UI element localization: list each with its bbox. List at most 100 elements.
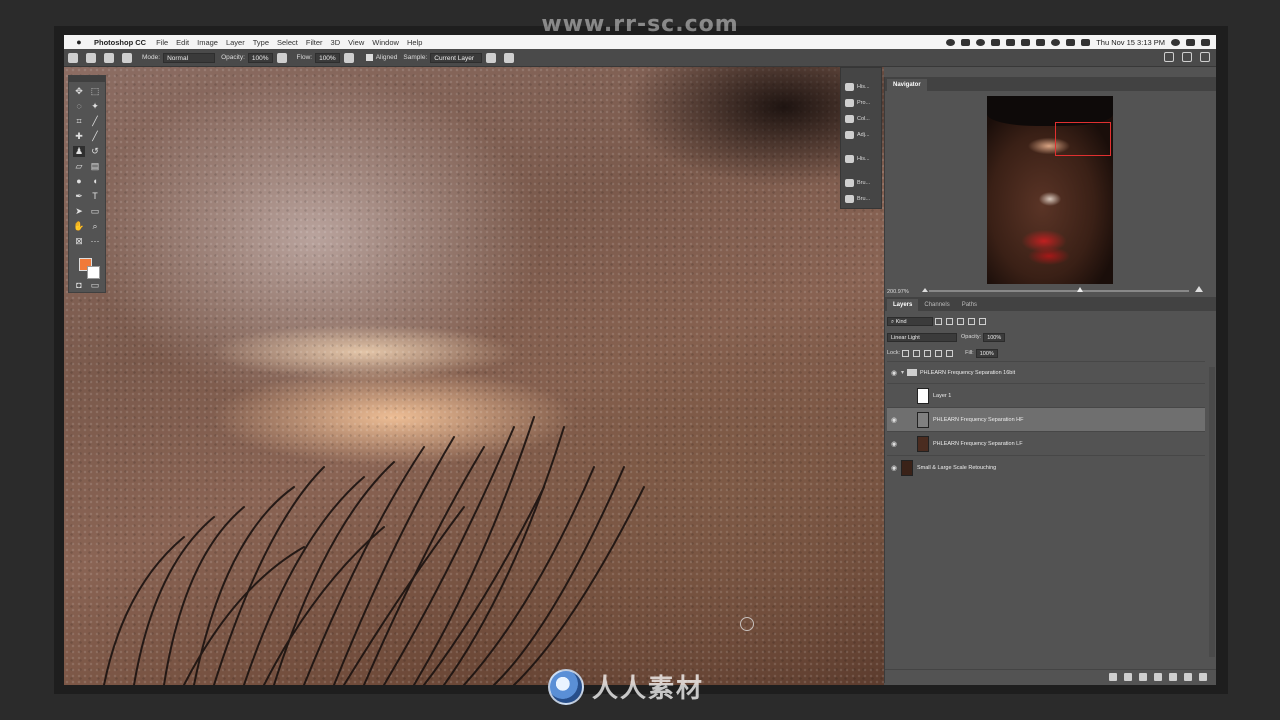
document-canvas[interactable] [64,67,884,685]
lock-image-icon[interactable] [913,349,921,357]
workspace-icon[interactable] [1182,52,1192,62]
navigator-thumbnail[interactable] [987,96,1113,284]
layer-row-layer1[interactable]: Layer 1 [887,383,1205,407]
tab-paths[interactable]: Paths [956,299,983,311]
tab-channels[interactable]: Channels [918,299,955,311]
menu-filter[interactable]: Filter [306,38,323,47]
display-icon[interactable] [991,38,1001,46]
menu-file[interactable]: File [156,38,168,47]
zoom-in-icon[interactable] [1195,286,1203,292]
navigator-view-box[interactable] [1055,122,1111,156]
strip-histogram[interactable]: His... [845,152,879,166]
menu-view[interactable]: View [348,38,364,47]
pressure-size-icon[interactable] [504,52,515,63]
siri-icon[interactable] [1186,38,1195,46]
layer-opacity-field[interactable]: 100% [983,332,1006,342]
camera-icon[interactable] [961,38,971,46]
visibility-eye-icon[interactable]: ◉ [887,369,901,377]
layer-row-retouching[interactable]: ◉ Small & Large Scale Retouching [887,455,1205,479]
record-icon[interactable] [976,38,986,46]
search-icon[interactable] [1164,52,1174,62]
lock-artboard-icon[interactable] [935,349,943,357]
add-mask-icon[interactable] [1139,672,1147,681]
lasso-tool-icon[interactable]: ◌ [73,101,85,112]
tools-panel-header[interactable] [69,76,105,82]
screen-mode-icon[interactable]: ▭ [89,280,101,291]
blend-mode-select[interactable]: Linear Light [887,332,957,342]
zoom-value[interactable]: 200.97% [887,289,909,295]
hand-tool-icon[interactable]: ✋ [73,221,85,232]
zoom-slider[interactable] [929,287,1189,292]
clone-stamp-tool-icon[interactable]: ♟ [73,146,85,157]
dodge-tool-icon[interactable]: ◖ [89,176,101,187]
notification-icon[interactable] [1201,38,1210,46]
clone-source-icon[interactable] [122,52,132,63]
battery-icon[interactable] [1081,38,1091,46]
pressure-opacity-icon[interactable] [276,52,287,63]
background-color-swatch[interactable] [87,266,100,279]
menu-help[interactable]: Help [407,38,422,47]
healing-brush-tool-icon[interactable]: ✚ [73,131,85,142]
type-tool-icon[interactable]: T [89,191,101,202]
adjustment-layer-icon[interactable] [1154,672,1162,681]
lock-transparent-icon[interactable] [902,349,910,357]
menu-edit[interactable]: Edit [176,38,189,47]
eyedropper-tool-icon[interactable]: ╱ [89,116,101,127]
lock-position-icon[interactable] [924,349,932,357]
menu-layer[interactable]: Layer [226,38,245,47]
ignore-adjustment-icon[interactable] [486,52,497,63]
marquee-tool-icon[interactable]: ⬚ [89,86,101,97]
delete-layer-icon[interactable] [1199,672,1207,681]
visibility-eye-icon[interactable]: ◉ [887,416,901,424]
brush-size-icon[interactable] [86,52,96,63]
menubar-datetime[interactable]: Thu Nov 15 3:13 PM [1096,38,1165,47]
brush-panel-icon[interactable] [104,52,114,63]
menu-image[interactable]: Image [197,38,218,47]
filter-type-icon[interactable] [957,317,964,325]
zoom-tool-icon[interactable]: ⌕ [89,221,101,232]
menu-3d[interactable]: 3D [331,38,341,47]
filter-pixel-icon[interactable] [935,317,942,325]
gradient-tool-icon[interactable]: ▤ [89,161,101,172]
blur-tool-icon[interactable]: ● [73,176,85,187]
opacity-field[interactable]: 100% [247,52,273,63]
tab-layers[interactable]: Layers [887,299,919,311]
visibility-eye-icon[interactable]: ◉ [887,464,901,472]
magic-wand-tool-icon[interactable]: ✦ [89,101,101,112]
new-layer-icon[interactable] [1184,672,1192,681]
strip-brushes[interactable]: Bru... [845,176,879,190]
strip-adjustments[interactable]: Adj... [845,128,879,142]
flow-field[interactable]: 100% [315,52,340,63]
fx-icon[interactable] [1124,672,1132,681]
menu-select[interactable]: Select [277,38,298,47]
lock-all-icon[interactable] [946,349,954,357]
pen-tool-icon[interactable]: ✒ [73,191,85,202]
filter-shape-icon[interactable] [968,317,975,325]
layers-scrollbar[interactable] [1209,367,1215,657]
filter-adjustment-icon[interactable] [946,317,953,325]
image-icon[interactable] [1021,38,1031,46]
layer-row-hf[interactable]: ◉ PHLEARN Frequency Separation HF [887,407,1205,431]
artboard-icon[interactable]: ⊠ [73,236,85,247]
mode-select[interactable]: Normal [163,52,216,63]
more-tools-icon[interactable]: ⋯ [89,236,101,247]
airbrush-icon[interactable] [343,52,354,63]
layer-row-group[interactable]: ◉ ▾ PHLEARN Frequency Separation 16bit [887,361,1205,383]
path-selection-tool-icon[interactable]: ➤ [73,206,85,217]
rectangle-tool-icon[interactable]: ▭ [89,206,101,217]
strip-brush-settings[interactable]: Bru... [845,192,879,206]
apple-icon[interactable]: ● [72,37,86,47]
strip-properties[interactable]: Pro... [845,96,879,110]
move-tool-icon[interactable]: ✥ [73,86,85,97]
quick-mask-icon[interactable]: ◘ [73,280,85,291]
share-icon[interactable] [1200,52,1210,62]
brush-tool-icon[interactable]: ╱ [89,131,101,142]
strip-color[interactable]: Col... [845,112,879,126]
strip-history[interactable]: His... [845,80,879,94]
menu-window[interactable]: Window [372,38,399,47]
airplay-icon[interactable] [1036,38,1046,46]
kind-filter-select[interactable]: ⌕ Kind [887,316,933,326]
crop-tool-icon[interactable]: ⌗ [73,116,85,127]
wifi-icon[interactable] [1051,38,1061,46]
sample-select[interactable]: Current Layer [430,52,483,63]
